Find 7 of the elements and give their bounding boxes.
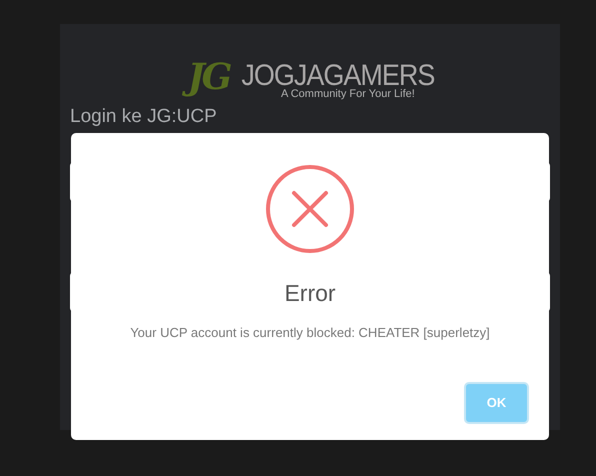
logo-tagline: A Community For Your Life! bbox=[280, 89, 415, 100]
logo-name: JOGJAGAMERS bbox=[241, 60, 434, 90]
login-heading: Login ke JG:UCP bbox=[70, 106, 218, 128]
error-icon bbox=[265, 164, 355, 254]
ok-button[interactable]: OK bbox=[464, 382, 529, 424]
dialog-message: Your UCP account is currently blocked: CHEATER [superletzy] bbox=[130, 324, 490, 342]
dialog-title: Error bbox=[284, 279, 336, 308]
